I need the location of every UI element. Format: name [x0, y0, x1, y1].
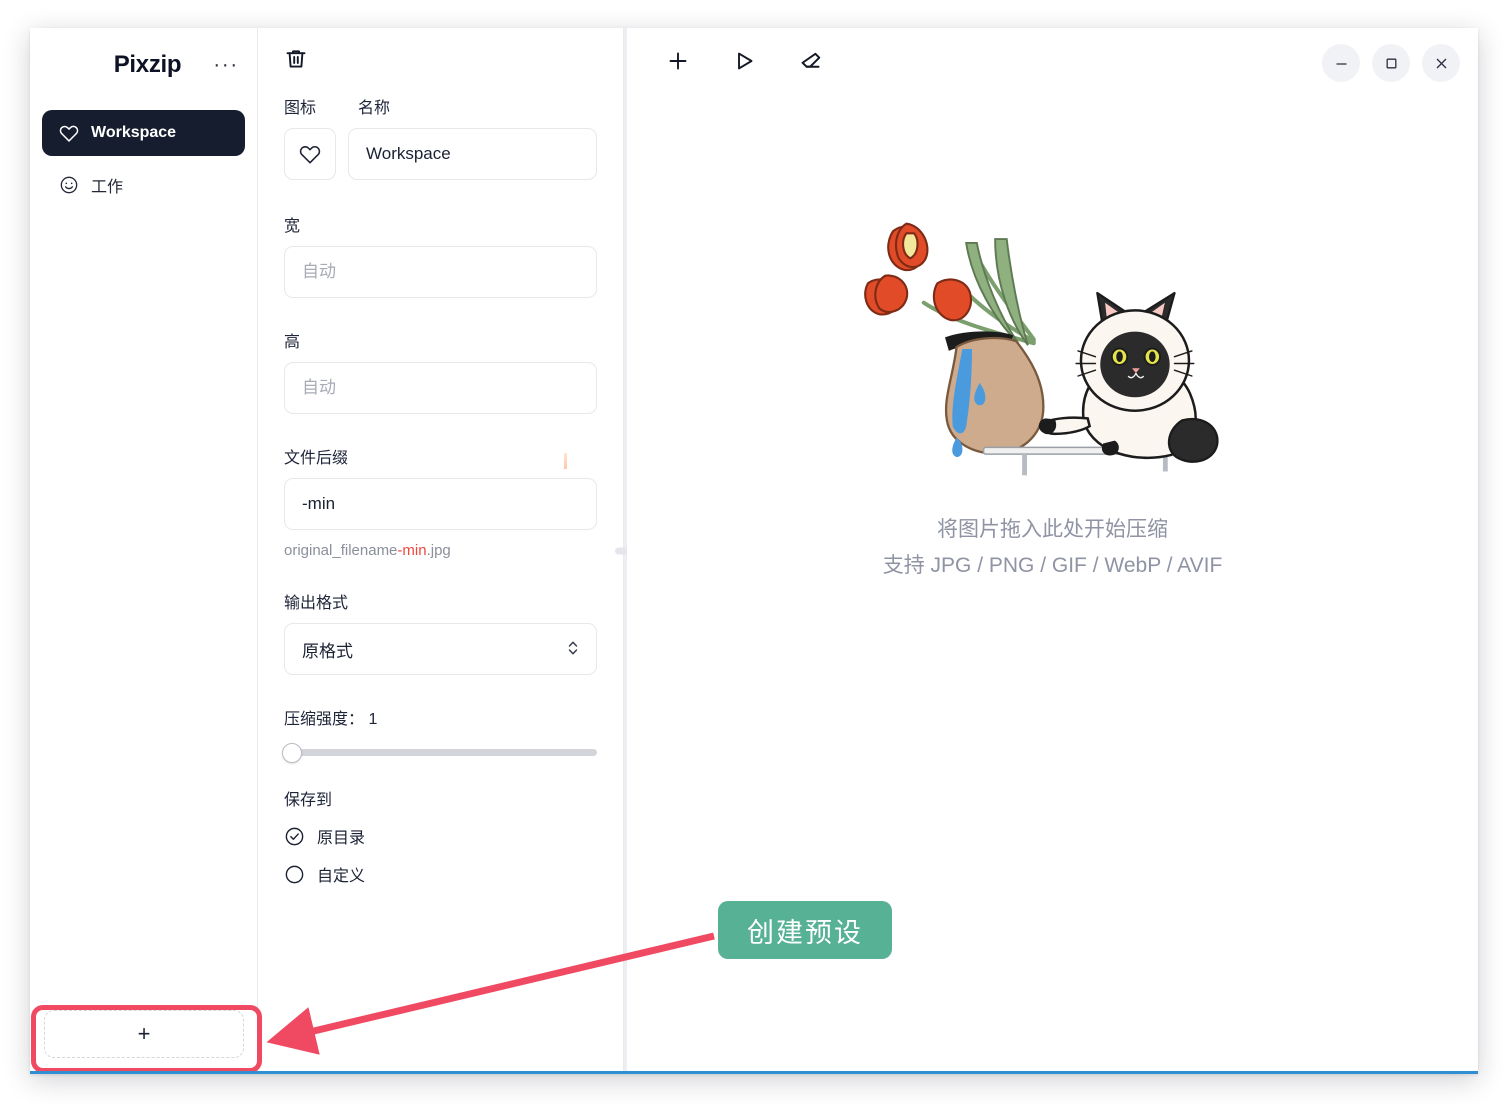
- sidebar-item-workspace[interactable]: Workspace: [42, 110, 245, 156]
- chevron-updown-icon: [567, 639, 579, 659]
- trash-icon[interactable]: [284, 47, 308, 76]
- drop-zone-primary-text: 将图片拖入此处开始压缩: [937, 518, 1168, 541]
- suffix-preview-prefix: original_filename: [284, 542, 398, 559]
- name-field-label: 名称: [358, 100, 391, 117]
- drop-zone-secondary-text: 支持 JPG / PNG / GIF / WebP / AVIF: [882, 554, 1223, 577]
- save-option-custom[interactable]: 自定义: [284, 862, 597, 886]
- sidebar-item-label: 工作: [91, 179, 124, 196]
- icon-field-label: 图标: [284, 100, 317, 117]
- more-options-icon[interactable]: ···: [213, 52, 239, 78]
- preset-settings-panel: 图标 名称 宽 高 文件后缀: [258, 28, 624, 1074]
- window-controls: [1322, 44, 1460, 82]
- save-to-label: 保存到: [284, 792, 333, 809]
- width-input[interactable]: [284, 246, 597, 298]
- save-option-original-dir[interactable]: 原目录: [284, 824, 597, 848]
- height-label: 高: [284, 334, 301, 351]
- height-input[interactable]: [284, 362, 597, 414]
- sidebar-item-label: Workspace: [91, 124, 177, 141]
- app-title: Pixzip: [113, 51, 182, 78]
- add-preset-container: +: [44, 1010, 244, 1058]
- save-to-field: 保存到 原目录 自定义: [284, 786, 597, 886]
- heart-icon: [58, 123, 79, 144]
- window-bottom-accent: [30, 1071, 1478, 1074]
- main-area: 将图片拖入此处开始压缩 支持 JPG / PNG / GIF / WebP / …: [627, 28, 1478, 1074]
- cat-and-vase-illustration: [857, 214, 1249, 489]
- clear-list-button[interactable]: [795, 46, 825, 76]
- smiley-icon: [58, 175, 79, 196]
- preset-icon-picker[interactable]: [284, 128, 336, 180]
- suffix-field: 文件后缀 original_filename-min.jpg: [284, 444, 597, 559]
- add-preset-button[interactable]: +: [44, 1010, 244, 1058]
- compression-strength-field: 压缩强度： 1: [282, 705, 597, 763]
- suffix-label: 文件后缀: [284, 450, 349, 467]
- width-field: 宽: [284, 212, 597, 298]
- start-compress-button[interactable]: [729, 46, 759, 76]
- sidebar-item-work[interactable]: 工作: [42, 162, 245, 208]
- save-option-label: 原目录: [317, 830, 366, 847]
- output-format-label: 输出格式: [284, 595, 349, 612]
- output-format-field: 输出格式 原格式: [284, 589, 597, 675]
- settings-body: 图标 名称 宽 高 文件后缀: [258, 94, 623, 886]
- save-option-label: 自定义: [317, 868, 366, 885]
- width-label: 宽: [284, 218, 301, 235]
- app-window: Pixzip ··· Workspace 工作 + 图标 名称 Workspac…: [30, 28, 1478, 1074]
- suffix-marker-icon: [564, 453, 567, 469]
- output-format-value: 原格式: [302, 641, 353, 661]
- output-format-select[interactable]: 原格式: [284, 623, 597, 675]
- drop-zone[interactable]: 将图片拖入此处开始压缩 支持 JPG / PNG / GIF / WebP / …: [627, 94, 1478, 1074]
- radio-checked-icon: [284, 826, 305, 847]
- height-field: 高: [284, 328, 597, 414]
- suffix-input[interactable]: [284, 478, 597, 530]
- icon-name-labels: 图标 名称: [284, 94, 597, 118]
- icon-name-row: [284, 128, 597, 180]
- sidebar-nav-list: Workspace 工作: [30, 102, 257, 208]
- suffix-label-row: 文件后缀: [284, 444, 597, 478]
- maximize-button[interactable]: [1372, 44, 1410, 82]
- compression-strength-slider[interactable]: [282, 742, 597, 763]
- settings-toolbar: [258, 28, 623, 94]
- suffix-preview-highlight: -min: [397, 542, 427, 559]
- close-button[interactable]: [1422, 44, 1460, 82]
- radio-unchecked-icon: [284, 864, 305, 885]
- sidebar-header: Pixzip ···: [30, 28, 257, 102]
- slider-thumb[interactable]: [282, 742, 302, 763]
- compression-strength-label: 压缩强度： 1: [284, 711, 378, 728]
- minimize-button[interactable]: [1322, 44, 1360, 82]
- add-files-button[interactable]: [663, 46, 693, 76]
- suffix-preview-ext: .jpg: [426, 542, 451, 559]
- sidebar: Pixzip ··· Workspace 工作 +: [30, 28, 258, 1074]
- preset-name-input[interactable]: [348, 128, 597, 180]
- suffix-preview: original_filename-min.jpg: [284, 542, 597, 559]
